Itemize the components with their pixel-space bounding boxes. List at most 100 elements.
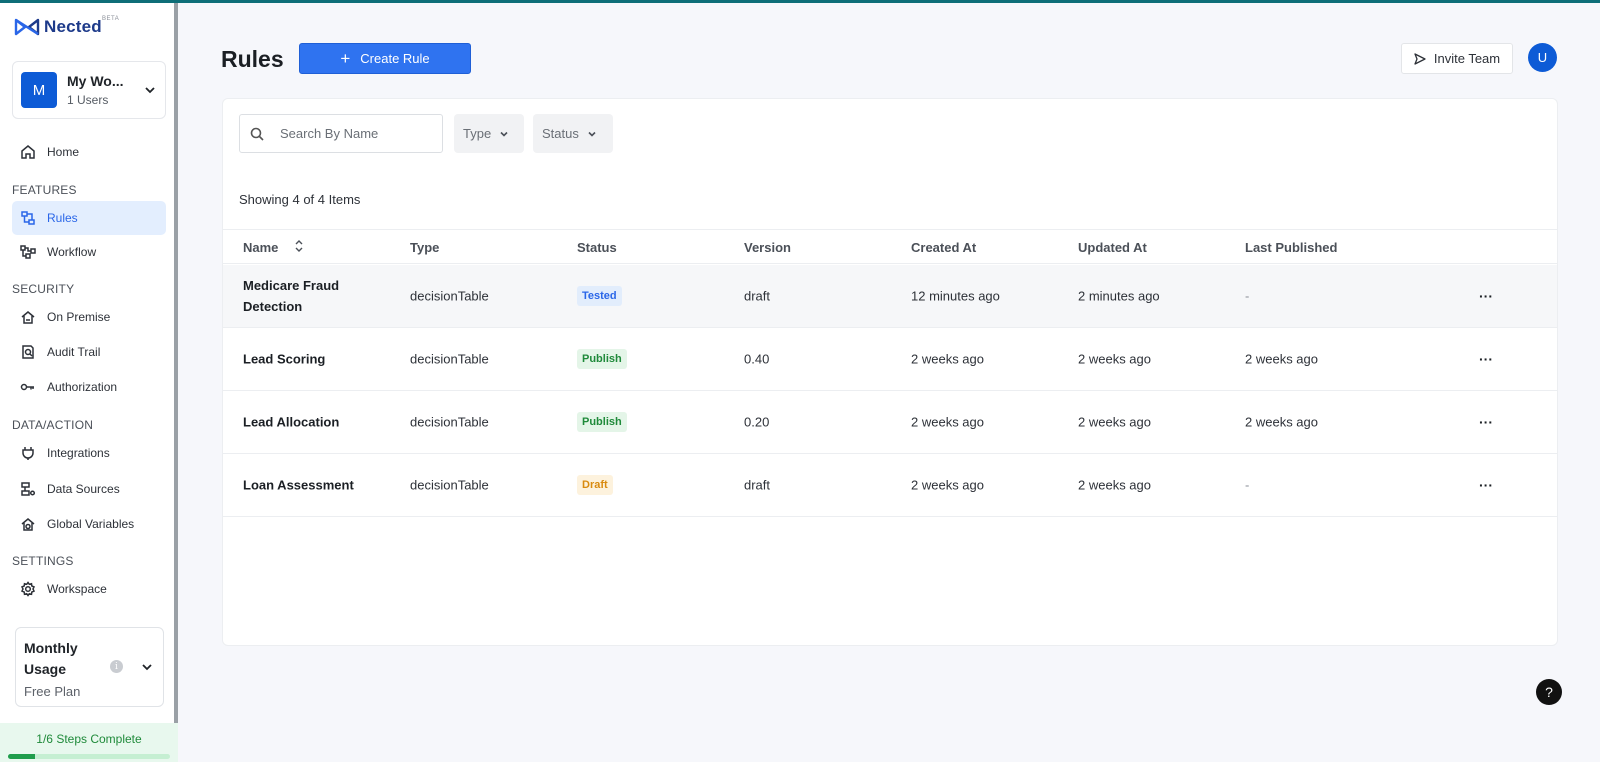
data-sources-icon bbox=[21, 482, 36, 496]
sidebar-item-workspace[interactable]: Workspace bbox=[12, 572, 166, 606]
table-row[interactable]: Loan Assessment decisionTable Draft draf… bbox=[223, 454, 1557, 517]
brand-logo[interactable]: Nected BETA bbox=[14, 16, 119, 37]
rule-type: decisionTable bbox=[410, 288, 489, 304]
sidebar-item-rules[interactable]: Rules bbox=[12, 201, 166, 235]
rule-type: decisionTable bbox=[410, 351, 489, 367]
send-icon bbox=[1414, 52, 1426, 65]
rule-version: 0.40 bbox=[744, 351, 770, 367]
sidebar-item-audit-trail[interactable]: Audit Trail bbox=[12, 335, 166, 369]
rule-name[interactable]: Medicare Fraud Detection bbox=[243, 275, 363, 317]
column-header-updated-at: Updated At bbox=[1078, 240, 1147, 255]
sidebar-item-label: Authorization bbox=[47, 380, 118, 394]
section-settings: SETTINGS bbox=[12, 554, 74, 568]
rule-last-published: 2 weeks ago bbox=[1245, 414, 1318, 430]
usage-title: Monthly Usage bbox=[24, 640, 78, 677]
section-data-action: DATA/ACTION bbox=[12, 418, 94, 432]
rule-version: draft bbox=[744, 477, 771, 493]
sort-icon[interactable] bbox=[294, 238, 304, 254]
invite-team-label: Invite Team bbox=[1433, 51, 1501, 66]
sidebar-item-label: Rules bbox=[47, 211, 78, 225]
search-icon bbox=[250, 127, 264, 141]
rule-type: decisionTable bbox=[410, 477, 489, 493]
rule-type: decisionTable bbox=[410, 414, 489, 430]
sidebar-item-label: Workflow bbox=[47, 245, 97, 259]
table-row[interactable]: Medicare Fraud Detection decisionTable T… bbox=[223, 265, 1557, 328]
user-avatar[interactable]: U bbox=[1528, 43, 1557, 72]
rule-created-at: 12 minutes ago bbox=[911, 288, 1000, 304]
sidebar-item-on-premise[interactable]: On Premise bbox=[12, 300, 166, 334]
create-rule-label: Create Rule bbox=[360, 51, 430, 66]
table-row[interactable]: Lead Scoring decisionTable Publish 0.40 … bbox=[223, 328, 1557, 391]
help-button[interactable]: ? bbox=[1536, 679, 1562, 705]
rule-name[interactable]: Loan Assessment bbox=[243, 475, 363, 496]
monthly-usage-card[interactable]: Monthly Usage Free Plan i bbox=[15, 627, 164, 707]
rules-icon bbox=[21, 211, 35, 225]
key-icon bbox=[20, 383, 34, 391]
sidebar-item-label: On Premise bbox=[47, 310, 111, 324]
column-header-status: Status bbox=[577, 240, 617, 255]
steps-text: 1/6 Steps Complete bbox=[36, 732, 142, 746]
more-options-icon[interactable]: ··· bbox=[1479, 414, 1493, 430]
rule-version: draft bbox=[744, 288, 771, 304]
info-icon[interactable]: i bbox=[110, 660, 123, 673]
workspace-users: 1 Users bbox=[67, 93, 109, 107]
audit-trail-icon bbox=[22, 345, 34, 359]
column-header-version: Version bbox=[744, 240, 791, 255]
sidebar-item-label: Audit Trail bbox=[47, 345, 101, 359]
sidebar-item-workflow[interactable]: Workflow bbox=[12, 235, 166, 269]
status-badge: Tested bbox=[577, 286, 622, 306]
rule-created-at: 2 weeks ago bbox=[911, 414, 984, 430]
status-filter-label: Status bbox=[542, 126, 579, 141]
items-count: Showing 4 of 4 Items bbox=[239, 192, 361, 207]
global-variables-icon bbox=[21, 518, 35, 531]
rule-last-published: - bbox=[1245, 477, 1250, 493]
rule-created-at: 2 weeks ago bbox=[911, 351, 984, 367]
rule-version: 0.20 bbox=[744, 414, 770, 430]
column-header-last-published: Last Published bbox=[1245, 240, 1338, 255]
more-options-icon[interactable]: ··· bbox=[1479, 288, 1493, 304]
status-filter[interactable]: Status bbox=[533, 114, 613, 153]
rule-updated-at: 2 weeks ago bbox=[1078, 414, 1151, 430]
top-accent-bar bbox=[0, 0, 1600, 3]
chevron-down-icon bbox=[145, 87, 155, 94]
beta-badge: BETA bbox=[102, 16, 120, 22]
type-filter[interactable]: Type bbox=[454, 114, 524, 153]
sidebar-item-global-variables[interactable]: Global Variables bbox=[12, 507, 166, 541]
chevron-down-icon bbox=[500, 131, 508, 137]
column-header-name[interactable]: Name bbox=[243, 240, 278, 255]
sidebar-item-label: Workspace bbox=[47, 582, 107, 596]
type-filter-label: Type bbox=[463, 126, 492, 141]
more-options-icon[interactable]: ··· bbox=[1479, 351, 1493, 367]
rule-name[interactable]: Lead Scoring bbox=[243, 349, 363, 370]
create-rule-button[interactable]: + Create Rule bbox=[299, 43, 471, 74]
rules-panel: Type Status Showing 4 of 4 Items Name Ty… bbox=[222, 98, 1558, 646]
steps-progress-fill bbox=[8, 754, 36, 759]
rule-created-at: 2 weeks ago bbox=[911, 477, 984, 493]
search-box[interactable] bbox=[239, 114, 443, 153]
search-input[interactable] bbox=[280, 126, 430, 141]
chevron-down-icon[interactable] bbox=[140, 660, 154, 674]
brand-name: Nected bbox=[44, 17, 102, 36]
section-security: SECURITY bbox=[12, 282, 75, 296]
home-icon bbox=[21, 145, 35, 159]
rule-name[interactable]: Lead Allocation bbox=[243, 412, 363, 433]
workspace-name: My Wo... bbox=[67, 73, 124, 89]
workspace-avatar: M bbox=[21, 72, 57, 108]
gear-icon bbox=[20, 581, 36, 597]
plug-icon bbox=[22, 447, 34, 460]
status-badge: Publish bbox=[577, 412, 627, 432]
section-features: FEATURES bbox=[12, 183, 77, 197]
sidebar-item-integrations[interactable]: Integrations bbox=[12, 436, 166, 470]
onboarding-steps[interactable]: 1/6 Steps Complete bbox=[0, 723, 178, 762]
status-badge: Publish bbox=[577, 349, 627, 369]
steps-progress-bar bbox=[8, 754, 170, 759]
workflow-icon bbox=[20, 245, 36, 259]
workspace-switcher[interactable]: M My Wo... 1 Users bbox=[12, 61, 166, 119]
sidebar-item-authorization[interactable]: Authorization bbox=[12, 370, 166, 404]
sidebar-item-home[interactable]: Home bbox=[12, 135, 166, 169]
more-options-icon[interactable]: ··· bbox=[1479, 477, 1493, 493]
sidebar-item-data-sources[interactable]: Data Sources bbox=[12, 472, 166, 506]
invite-team-button[interactable]: Invite Team bbox=[1401, 43, 1513, 74]
sidebar-item-label: Data Sources bbox=[47, 482, 120, 496]
table-row[interactable]: Lead Allocation decisionTable Publish 0.… bbox=[223, 391, 1557, 454]
